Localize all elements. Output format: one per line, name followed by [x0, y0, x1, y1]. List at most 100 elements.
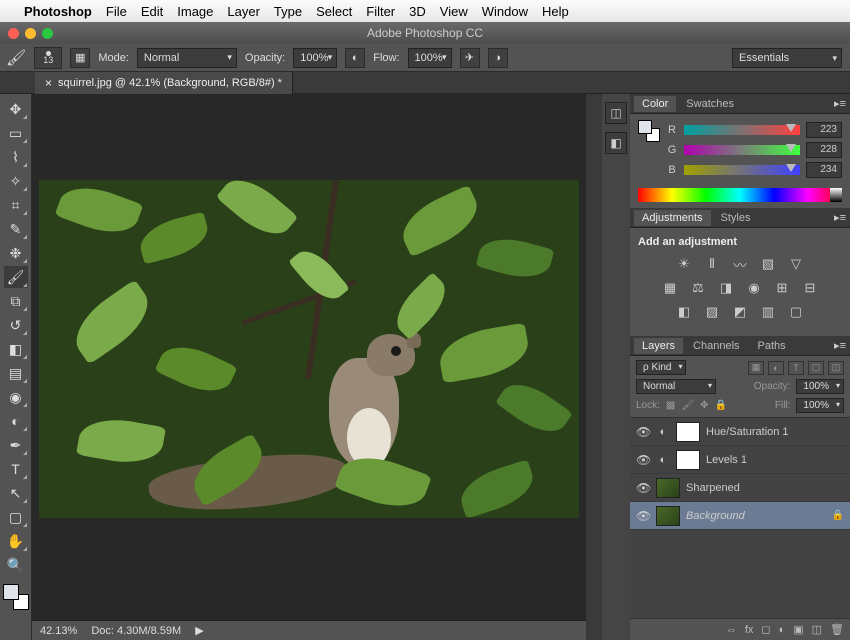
- new-adj-icon[interactable]: ◐: [779, 624, 786, 636]
- mixer-icon[interactable]: ⊞: [773, 280, 791, 296]
- visibility-icon[interactable]: 👁: [636, 425, 650, 439]
- brightness-icon[interactable]: ☀: [675, 256, 693, 272]
- move-tool[interactable]: ✥: [4, 98, 28, 120]
- layer-row[interactable]: 👁 Sharpened: [630, 474, 850, 502]
- blend-mode-dropdown[interactable]: Normal: [137, 48, 237, 68]
- layer-thumb[interactable]: [656, 478, 680, 498]
- tab-channels[interactable]: Channels: [685, 338, 747, 354]
- lock-trans-icon[interactable]: ▩: [666, 400, 675, 411]
- threshold-icon[interactable]: ◩: [731, 304, 749, 320]
- b-slider[interactable]: [684, 165, 800, 175]
- color-spectrum[interactable]: [638, 188, 842, 202]
- layer-thumb[interactable]: [656, 506, 680, 526]
- selective-icon[interactable]: ▢: [787, 304, 805, 320]
- bw-icon[interactable]: ◨: [717, 280, 735, 296]
- stamp-tool[interactable]: ⧉: [4, 290, 28, 312]
- g-value[interactable]: 228: [806, 142, 842, 158]
- brush-tool[interactable]: 🖌: [4, 266, 28, 288]
- filter-pixel-icon[interactable]: ▦: [748, 361, 764, 375]
- pressure-opacity-icon[interactable]: ◐: [345, 48, 365, 68]
- menu-image[interactable]: Image: [177, 4, 213, 19]
- exposure-icon[interactable]: ▧: [759, 256, 777, 272]
- tab-color[interactable]: Color: [634, 96, 676, 112]
- layer-row[interactable]: 👁 ◐ Levels 1: [630, 446, 850, 474]
- tab-paths[interactable]: Paths: [750, 338, 794, 354]
- layer-fx-icon[interactable]: fx: [745, 624, 754, 636]
- status-arrow-icon[interactable]: ▶: [195, 624, 203, 637]
- r-slider[interactable]: [684, 125, 800, 135]
- r-value[interactable]: 223: [806, 122, 842, 138]
- blur-tool[interactable]: ◉: [4, 386, 28, 408]
- lasso-tool[interactable]: ⌇: [4, 146, 28, 168]
- wand-tool[interactable]: ✧: [4, 170, 28, 192]
- airbrush-icon[interactable]: ✈: [460, 48, 480, 68]
- menu-type[interactable]: Type: [274, 4, 302, 19]
- marquee-tool[interactable]: ▭: [4, 122, 28, 144]
- link-layers-icon[interactable]: ⇔: [726, 624, 737, 636]
- tab-layers[interactable]: Layers: [634, 338, 683, 354]
- visibility-icon[interactable]: 👁: [636, 453, 650, 467]
- zoom-level[interactable]: 42.13%: [40, 625, 77, 637]
- path-tool[interactable]: ↖: [4, 482, 28, 504]
- filter-type-icon[interactable]: T: [788, 361, 804, 375]
- tool-preset-icon[interactable]: 🖌: [6, 48, 26, 68]
- document-tab[interactable]: × squirrel.jpg @ 42.1% (Background, RGB/…: [35, 72, 293, 94]
- layer-mask-thumb[interactable]: [676, 450, 700, 470]
- close-tab-icon[interactable]: ×: [45, 76, 52, 90]
- levels-icon[interactable]: ⫴: [703, 256, 721, 272]
- lock-pos-icon[interactable]: ✥: [700, 400, 708, 411]
- layer-name[interactable]: Background: [686, 510, 826, 522]
- layer-fill-field[interactable]: 100%: [796, 398, 844, 413]
- invert-icon[interactable]: ◧: [675, 304, 693, 320]
- visibility-icon[interactable]: 👁: [636, 509, 650, 523]
- menu-edit[interactable]: Edit: [141, 4, 163, 19]
- layer-name[interactable]: Levels 1: [706, 454, 844, 466]
- layer-row[interactable]: 👁 ◐ Hue/Saturation 1: [630, 418, 850, 446]
- delete-layer-icon[interactable]: 🗑: [830, 623, 844, 636]
- panel-menu-icon[interactable]: ▸≡: [834, 97, 846, 110]
- menu-layer[interactable]: Layer: [227, 4, 260, 19]
- shape-tool[interactable]: ▢: [4, 506, 28, 528]
- dodge-tool[interactable]: ◐: [4, 410, 28, 432]
- curves-icon[interactable]: 〰: [731, 256, 749, 272]
- layer-blend-dropdown[interactable]: Normal: [636, 379, 716, 394]
- document-canvas[interactable]: [39, 180, 579, 518]
- visibility-icon[interactable]: 👁: [636, 481, 650, 495]
- pen-tool[interactable]: ✒: [4, 434, 28, 456]
- close-button[interactable]: [8, 28, 19, 39]
- menu-window[interactable]: Window: [482, 4, 528, 19]
- layer-mask-thumb[interactable]: [676, 422, 700, 442]
- layer-name[interactable]: Sharpened: [686, 482, 844, 494]
- menu-file[interactable]: File: [106, 4, 127, 19]
- gradient-tool[interactable]: ▤: [4, 362, 28, 384]
- gradientmap-icon[interactable]: ▥: [759, 304, 777, 320]
- new-group-icon[interactable]: ▣: [793, 623, 803, 636]
- minimize-button[interactable]: [25, 28, 36, 39]
- workspace-dropdown[interactable]: Essentials: [732, 48, 842, 68]
- layer-row[interactable]: 👁 Background 🔒: [630, 502, 850, 530]
- colorbalance-icon[interactable]: ⚖: [689, 280, 707, 296]
- hand-tool[interactable]: ✋: [4, 530, 28, 552]
- menu-3d[interactable]: 3D: [409, 4, 426, 19]
- new-layer-icon[interactable]: ◫: [812, 623, 822, 636]
- menu-help[interactable]: Help: [542, 4, 569, 19]
- pressure-size-icon[interactable]: ◑: [488, 48, 508, 68]
- eyedropper-tool[interactable]: ✎: [4, 218, 28, 240]
- lookup-icon[interactable]: ⊟: [801, 280, 819, 296]
- crop-tool[interactable]: ⌗: [4, 194, 28, 216]
- filter-shape-icon[interactable]: ▢: [808, 361, 824, 375]
- vibrance-icon[interactable]: ▽: [787, 256, 805, 272]
- layer-opacity-field[interactable]: 100%: [796, 379, 844, 394]
- panel-menu-icon[interactable]: ▸≡: [834, 339, 846, 352]
- lock-all-icon[interactable]: 🔒: [714, 400, 726, 411]
- photofilter-icon[interactable]: ◉: [745, 280, 763, 296]
- b-value[interactable]: 234: [806, 162, 842, 178]
- zoom-tool[interactable]: 🔍: [4, 554, 28, 576]
- filter-adj-icon[interactable]: ◐: [768, 361, 784, 375]
- menu-filter[interactable]: Filter: [366, 4, 395, 19]
- color-fgbg-mini[interactable]: [638, 120, 660, 142]
- heal-tool[interactable]: ❉: [4, 242, 28, 264]
- type-tool[interactable]: T: [4, 458, 28, 480]
- menu-select[interactable]: Select: [316, 4, 352, 19]
- layer-filter-dropdown[interactable]: ρ Kind: [636, 360, 686, 375]
